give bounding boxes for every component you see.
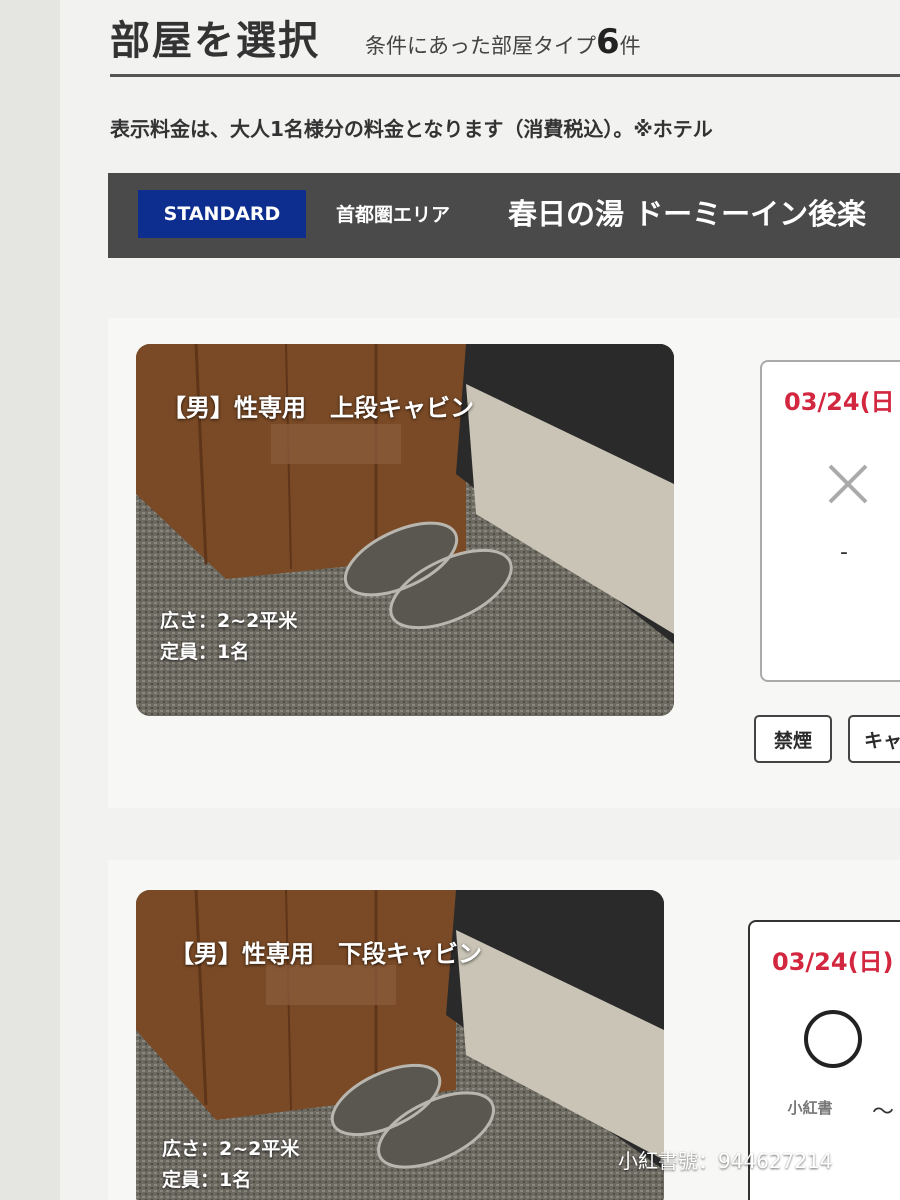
room-size: 広さ：2~2平米 [160,610,298,632]
circle-icon [804,1010,862,1068]
room-name: 【男】性専用 下段キャビン [170,940,482,968]
result-count-value: 6 [596,22,620,62]
room-photo[interactable]: 【男】性専用 下段キャビン 広さ：2~2平米 定員：1名 [136,890,664,1200]
watermark-logo: 小紅書 [762,1085,858,1129]
result-count: 条件にあった部屋タイプ6件 [365,22,641,62]
page-title: 部屋を選択 [110,17,320,64]
gallery-icon[interactable] [610,664,674,716]
room-name: 【男】性専用 上段キャビン [162,394,474,422]
room-specs: 広さ：2~2平米 定員：1名 [162,1134,299,1196]
area-label: 首都圏エリア [336,204,451,226]
room-card: 【男】性専用 上段キャビン 広さ：2~2平米 定員：1名 03/24(日 - 禁… [108,318,900,808]
result-count-prefix: 条件にあった部屋タイプ [365,34,596,58]
hotel-name[interactable]: 春日の湯 ドーミーイン後楽 [508,191,866,233]
room-photo[interactable]: 【男】性専用 上段キャビン 広さ：2~2平米 定員：1名 [136,344,674,716]
room-specs: 広さ：2~2平米 定員：1名 [160,606,297,668]
room-capacity: 定員：1名 [160,641,250,663]
page: 部屋を選択 条件にあった部屋タイプ6件 表示料金は、大人1名様分の料金となります… [0,0,900,1200]
date-availability-panel[interactable]: 03/24(日 - [760,360,900,682]
grade-badge: STANDARD [138,190,306,238]
result-count-suffix: 件 [619,34,641,58]
price-text: - [840,540,848,565]
tag-cabin: キャ [848,715,900,763]
price-notice: 表示料金は、大人1名様分の料金となります（消費税込）。※ホテル [110,117,713,141]
watermark-id: 小紅書號：944627214 [618,1149,833,1173]
watermark-logo-text: 小紅書 [787,1098,833,1117]
price-text: 〜 [872,1100,895,1125]
room-size: 広さ：2~2平米 [162,1138,300,1160]
left-margin [0,0,60,1200]
tag-nonsmoking: 禁煙 [754,715,832,763]
title-divider [110,74,900,77]
cross-icon [828,464,868,504]
room-capacity: 定員：1名 [162,1169,252,1191]
date-label: 03/24(日 [784,388,895,416]
hotel-header-bar: STANDARD 首都圏エリア 春日の湯 ドーミーイン後楽 [108,173,900,258]
date-label: 03/24(日) [772,948,894,976]
